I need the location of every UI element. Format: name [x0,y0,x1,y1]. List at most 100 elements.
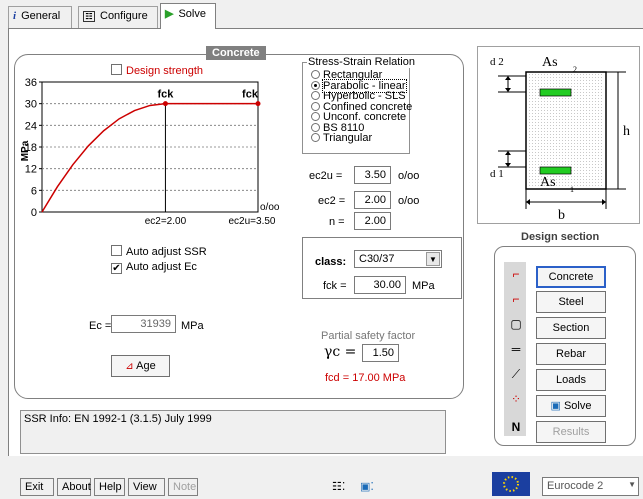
rebar-icon: ═ [511,342,521,356]
save-dots-icon[interactable]: ▣⁚ [360,480,374,493]
ssr-info-text: SSR Info: EN 1992-1 (3.1.5) July 1999 [24,413,212,425]
ssr-option[interactable]: Triangular [311,133,412,144]
rebar-button[interactable]: Rebar [536,343,606,365]
y-tick-label: 36 [25,78,37,89]
tab-general[interactable]: i General [8,6,72,28]
fcd-text: fcd = 17.00 MPa [325,372,406,384]
code-value: Eurocode 2 [547,480,604,492]
d1-arrow-a [505,151,511,155]
radio-button[interactable] [311,101,320,111]
x-marker-ec2u: ec2u=3.50 [229,216,276,227]
chevron-down-icon[interactable]: ▼ [426,252,440,266]
steel-button[interactable]: Steel [536,291,606,313]
design-strength-checkbox[interactable]: Design strength [111,64,203,77]
peak-point-ec2 [162,101,168,107]
as-top-sub: 2 [573,65,577,74]
y-tick-label: 24 [25,120,37,132]
info-icon: i [13,10,17,22]
exit-button[interactable]: Exit [20,478,54,496]
n-icon: N [511,420,521,434]
radio-button[interactable] [311,80,320,90]
class-label: class: [315,256,347,268]
fck-input[interactable]: 30.00 [354,276,406,294]
button-label: Solve [563,400,592,412]
concrete-frame-title: Concrete [206,46,266,60]
fck-label-ec2: fck [157,89,174,101]
radio-button[interactable] [311,112,320,121]
class-value: C30/37 [359,253,395,265]
chart-icon: ⊿ [125,361,134,372]
design-strength-box[interactable] [111,64,122,75]
section-button[interactable]: Section [536,317,606,339]
gamma-label: γc = [324,344,357,360]
peak-point-ec2u [255,101,261,107]
radio-button[interactable] [311,70,320,79]
help-button[interactable]: Help [94,478,125,496]
section-icon: ▢ [510,317,522,331]
age-button[interactable]: ⊿ Age [111,355,170,377]
auto-ec-box[interactable]: ✔ [111,263,122,274]
d2-arrow-b [505,88,511,92]
ssr-option[interactable]: Rectangular [311,70,412,81]
ssr-option-label: Triangular [323,132,373,144]
section-diagram: d 2 As 2 h d 1 As 1 b [490,55,630,223]
radio-button[interactable] [311,122,320,132]
radio-button[interactable] [311,133,320,142]
button-label: Concrete [548,271,594,283]
auto-adjust-ssr-checkbox[interactable]: Auto adjust SSR [111,245,207,258]
view-button[interactable]: View [128,478,165,496]
button-label: Section [552,322,590,334]
as-bot-label: As [540,175,556,190]
b-arrow-a [526,199,530,205]
auto-adjust-ec-checkbox[interactable]: ✔ Auto adjust Ec [111,261,197,274]
bottom-rebar [539,166,572,175]
grid-dots-icon[interactable]: ☷⁚ [332,480,345,493]
dots-icon: ⁘ [510,392,522,406]
y-axis-label: MPa [20,140,31,161]
ec2u-input[interactable]: 3.50 [354,166,391,184]
d1-label: d 1 [490,168,504,180]
tab-solve[interactable]: ▶ Solve [160,3,216,29]
n-input[interactable]: 2.00 [354,212,391,230]
as-bot-sub: 1 [570,185,574,194]
code-select[interactable]: Eurocode 2 ▼ [542,477,639,496]
b-label: b [558,208,565,223]
ec2u-unit: o/oo [398,170,420,182]
results-button[interactable]: Results [536,421,606,443]
tab-configure[interactable]: ☷ Configure [78,6,158,28]
radio-button[interactable] [311,91,320,100]
about-button[interactable]: About [57,478,91,496]
y-tick-label: 6 [31,185,37,197]
psf-label: Partial safety factor [321,330,416,342]
stress-strain-chart: 061218243036MPafck fckec2=2.00 ec2u=3.50o/… [20,78,280,227]
h-label: h [623,124,630,139]
loads-icon: ⟋ [511,367,521,381]
d1-arrow-b [505,163,511,167]
solve-button[interactable]: ▣ Solve [536,395,606,417]
concrete-button[interactable]: Concrete [536,266,606,288]
ec2-label: ec2 = [318,195,346,207]
class-select[interactable]: C30/37 ▼ [354,250,442,268]
ec2u-label: ec2u = [309,170,343,182]
button-label: Loads [556,374,586,386]
n-label: n = [329,216,345,228]
button-label: Results [552,426,590,438]
d2-label: d 2 [490,56,504,68]
chevron-down-icon[interactable]: ▼ [628,480,636,489]
fck-unit: MPa [412,280,435,292]
design-section-title: Design section [521,231,600,243]
y-tick-label: 30 [25,99,37,111]
ssr-options: Rectangular Parabolic - linear Hyperbolic … [311,70,412,144]
b-arrow-b [602,199,606,205]
ec-unit: MPa [181,320,204,332]
loads-button[interactable]: Loads [536,369,606,391]
button-label: Steel [558,296,584,308]
ec2-input[interactable]: 2.00 [354,191,391,209]
play-icon: ▶ [165,8,174,20]
auto-ssr-box[interactable] [111,245,122,256]
gamma-input[interactable]: 1.50 [362,344,399,362]
note-button[interactable]: Note [168,478,198,496]
ec-input[interactable]: 31939 [111,315,176,333]
ssr-title: Stress-Strain Relation [307,56,416,68]
stress-curve-icon: ⌐ [512,267,520,281]
